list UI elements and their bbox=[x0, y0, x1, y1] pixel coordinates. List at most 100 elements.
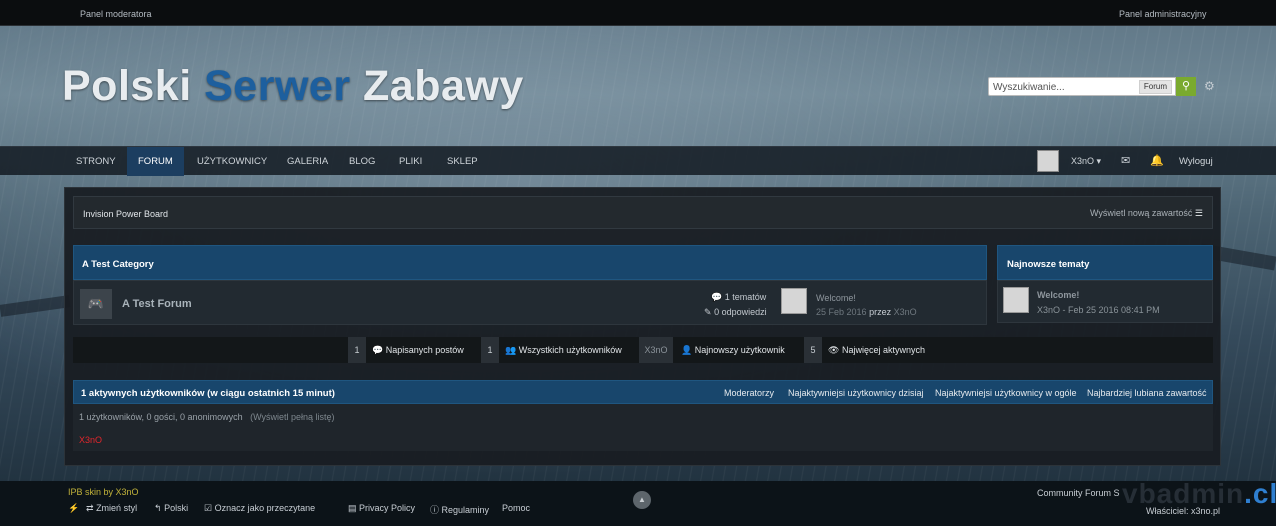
stat-users-count: 1 bbox=[481, 337, 499, 363]
main-nav: STRONY FORUM UŻYTKOWNICY GALERIA BLOG PL… bbox=[0, 146, 1276, 176]
watermark-logo: vbadmin.club bbox=[1122, 478, 1276, 510]
list-icon: ☰ bbox=[1194, 208, 1203, 218]
logo-word-3: Zabawy bbox=[363, 62, 524, 110]
mark-read-link[interactable]: ☑ Oznacz jako przeczytane bbox=[204, 503, 315, 514]
last-post-avatar[interactable] bbox=[781, 288, 807, 314]
help-link[interactable]: Pomoc bbox=[502, 503, 530, 513]
gear-icon[interactable]: ⚙ bbox=[1204, 79, 1215, 93]
last-post-by: przez bbox=[869, 307, 892, 317]
search-input[interactable]: Wyszukiwanie... Forum bbox=[988, 77, 1176, 96]
stat-newest-label: 👤 Najnowszy użytkownik bbox=[681, 337, 785, 363]
admin-panel-link[interactable]: Panel administracyjny bbox=[1119, 9, 1207, 19]
envelope-icon[interactable]: ✉ bbox=[1121, 147, 1130, 176]
online-full-list-link[interactable]: (Wyświetl pełną listę) bbox=[250, 412, 334, 422]
search-submit-button[interactable]: ⚲ bbox=[1176, 77, 1196, 96]
breadcrumb-title[interactable]: Invision Power Board bbox=[83, 209, 168, 219]
latest-topic-title[interactable]: Welcome! bbox=[1037, 290, 1079, 300]
language-link[interactable]: ↰ Polski bbox=[154, 503, 188, 514]
chevron-down-icon: ▾ bbox=[1096, 156, 1102, 166]
nav-item-sklep[interactable]: SKLEP bbox=[436, 147, 489, 176]
forum-row: 🎮 A Test Forum 💬 1 tematów ✎ 0 odpowiedz… bbox=[73, 280, 987, 325]
stat-posts-count: 1 bbox=[348, 337, 366, 363]
stat-posts-text: Napisanych postów bbox=[385, 345, 464, 355]
logo-word-2: Serwer bbox=[204, 62, 351, 110]
eye-icon: 👁 bbox=[828, 345, 840, 355]
rules-label: Regulaminy bbox=[441, 505, 490, 515]
last-post-title[interactable]: Welcome! bbox=[816, 293, 856, 303]
forum-name[interactable]: A Test Forum bbox=[122, 298, 192, 310]
reply-icon: ↰ bbox=[154, 503, 162, 513]
category-title[interactable]: A Test Category bbox=[82, 259, 154, 270]
info-icon: ⓘ bbox=[430, 505, 440, 515]
forum-topics-count: 💬 1 tematów bbox=[711, 292, 766, 303]
online-user[interactable]: X3nO bbox=[79, 435, 102, 445]
nav-item-blog[interactable]: BLOG bbox=[338, 147, 386, 176]
username: X3nO bbox=[1071, 156, 1095, 166]
breadcrumb: Invision Power Board Wyświetl nową zawar… bbox=[73, 196, 1213, 229]
gamepad-icon: 🎮 bbox=[80, 289, 112, 319]
latest-topics-title: Najnowsze tematy bbox=[1007, 259, 1090, 270]
last-post-meta: 25 Feb 2016 przez X3nO bbox=[816, 307, 917, 317]
moderator-panel-link[interactable]: Panel moderatora bbox=[80, 9, 152, 19]
nav-item-pliki[interactable]: PLIKI bbox=[388, 147, 433, 176]
stat-most-active-text: Najwięcej aktywnych bbox=[841, 345, 925, 355]
last-post-date: 25 Feb 2016 bbox=[816, 307, 867, 317]
online-link-moderators[interactable]: Moderatorzy bbox=[724, 388, 774, 398]
stat-newest-text: Najnowszy użytkownik bbox=[694, 345, 785, 355]
last-post-author[interactable]: X3nO bbox=[894, 307, 917, 317]
nav-item-uzytkownicy[interactable]: UŻYTKOWNICY bbox=[186, 147, 278, 176]
forum-replies-count: ✎ 0 odpowiedzi bbox=[704, 307, 767, 318]
site-logo[interactable]: Polski Serwer Zabawy bbox=[62, 62, 524, 111]
stat-newest-user[interactable]: X3nO bbox=[639, 337, 673, 363]
language-label: Polski bbox=[164, 503, 189, 513]
user-plus-icon: 👤 bbox=[681, 345, 693, 355]
online-link-most-liked[interactable]: Najbardziej lubiana zawartość bbox=[1087, 388, 1207, 398]
online-link-top-overall[interactable]: Najaktywniejsi użytkownicy w ogóle bbox=[935, 388, 1077, 398]
watermark-club: .club bbox=[1244, 478, 1276, 509]
privacy-label: Privacy Policy bbox=[359, 503, 416, 513]
online-users-body: 1 użytkowników, 0 gości, 0 anonimowych (… bbox=[73, 404, 1213, 451]
footer: IPB skin by X3nO ⚡ ⇄ Zmień styl ↰ Polski… bbox=[0, 481, 1276, 526]
online-users-header: 1 aktywnych użytkowników (w ciągu ostatn… bbox=[73, 380, 1213, 404]
online-users-title: 1 aktywnych użytkowników (w ciągu ostatn… bbox=[81, 388, 335, 399]
skin-credit[interactable]: IPB skin by X3nO bbox=[68, 487, 139, 497]
change-style-link[interactable]: ⇄ Zmień styl bbox=[86, 503, 137, 514]
comment-icon: 💬 bbox=[711, 292, 723, 302]
nav-item-strony[interactable]: STRONY bbox=[65, 147, 127, 176]
user-menu[interactable]: X3nO ▾ bbox=[1071, 147, 1101, 176]
stat-users-text: Wszystkich użytkowników bbox=[518, 345, 622, 355]
stat-most-active-label: 👁 Najwięcej aktywnych bbox=[828, 337, 925, 363]
top-bar: Panel moderatora Panel administracyjny bbox=[0, 0, 1276, 26]
copyright-text: Community Forum S bbox=[1037, 488, 1120, 498]
latest-topic-meta: X3nO - Feb 25 2016 08:41 PM bbox=[1037, 305, 1160, 315]
rules-link[interactable]: ⓘ Regulaminy bbox=[430, 503, 489, 516]
logout-link[interactable]: Wyloguj bbox=[1179, 147, 1213, 176]
scroll-top-button[interactable]: ▲ bbox=[633, 491, 651, 509]
latest-topic-avatar[interactable] bbox=[1003, 287, 1029, 313]
stat-posts-label: 💬 Napisanych postów bbox=[372, 337, 464, 363]
privacy-link[interactable]: ▤ Privacy Policy bbox=[348, 503, 415, 514]
online-link-top-today[interactable]: Najaktywniejsi użytkownicy dzisiaj bbox=[788, 388, 924, 398]
logo-word-1: Polski bbox=[62, 62, 192, 110]
watermark-text: vbadmin bbox=[1122, 478, 1245, 509]
search-scope-button[interactable]: Forum bbox=[1138, 80, 1172, 94]
stat-users-label: 👥 Wszystkich użytkowników bbox=[505, 337, 622, 363]
user-avatar[interactable] bbox=[1037, 150, 1059, 172]
search-icon: ⚲ bbox=[1181, 80, 1191, 92]
rss-icon[interactable]: ⚡ bbox=[68, 503, 79, 514]
mark-read-label: Oznacz jako przeczytane bbox=[214, 503, 316, 513]
users-icon: 👥 bbox=[505, 345, 517, 355]
forum-replies-label: 0 odpowiedzi bbox=[714, 307, 767, 317]
new-content-label: Wyświetl nową zawartość bbox=[1089, 208, 1193, 218]
change-style-label: Zmień styl bbox=[96, 503, 138, 513]
new-content-link[interactable]: Wyświetl nową zawartość ☰ bbox=[1090, 208, 1203, 219]
forum-topics-label: 1 tematów bbox=[724, 292, 767, 302]
background-plane-shape bbox=[0, 295, 71, 317]
bell-icon[interactable]: 🔔 bbox=[1150, 147, 1164, 176]
stats-bar: 1 💬 Napisanych postów 1 👥 Wszystkich uży… bbox=[73, 337, 1213, 363]
category-header: A Test Category bbox=[73, 245, 987, 280]
nav-item-forum[interactable]: FORUM bbox=[127, 147, 184, 176]
nav-item-galeria[interactable]: GALERIA bbox=[276, 147, 339, 176]
list-alt-icon: ▤ bbox=[348, 503, 357, 513]
comments-icon: 💬 bbox=[372, 345, 384, 355]
